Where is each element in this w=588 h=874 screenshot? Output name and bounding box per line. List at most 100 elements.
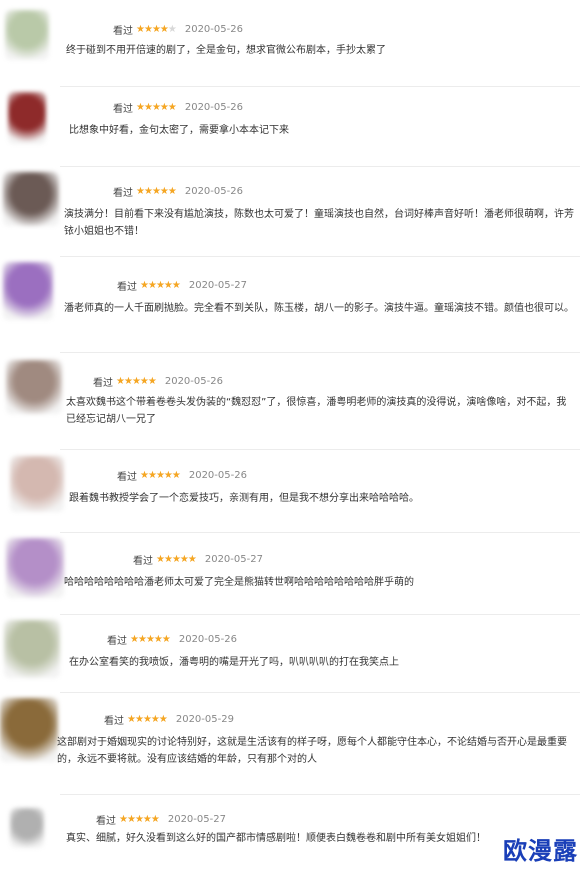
watch-status: 看过 bbox=[113, 188, 133, 199]
star-icon: ★ bbox=[171, 554, 181, 565]
review-text: 真实、细腻，好久没看到这么好的国产都市情感剧啦！顺便表白魏卷卷和剧中所有美女姐姐… bbox=[66, 833, 486, 844]
review-text: 哈哈哈哈哈哈哈哈潘老师太可爱了完全是熊猫转世啊哈哈哈哈哈哈哈哈胖乎萌的 bbox=[64, 577, 414, 588]
star-rating: ★ ★ ★ ★ ★ bbox=[156, 554, 197, 565]
review-meta: 看过 ★ ★ ★ ★ ★ 2020-05-26 bbox=[113, 22, 243, 37]
avatar[interactable] bbox=[3, 172, 59, 226]
review-text: 潘老师真的一人千面刷抛脸。完全看不到关队，陈玉楼，胡八一的影子。演技牛逼。童瑶演… bbox=[64, 303, 574, 314]
review-meta: 看过 ★ ★ ★ ★ ★ 2020-05-26 bbox=[117, 468, 247, 483]
star-icon: ★ bbox=[123, 376, 133, 387]
review-date: 2020-05-26 bbox=[184, 102, 243, 113]
review-date: 2020-05-27 bbox=[188, 280, 247, 291]
watermark-logo: 欧漫露 bbox=[503, 837, 578, 865]
star-icon: ★ bbox=[179, 554, 189, 565]
review-text: 这部剧对于婚姻现实的讨论特别好，这就是生活该有的样子呀，愿每个人都能守住本心，不… bbox=[57, 737, 567, 765]
watch-status: 看过 bbox=[104, 716, 124, 727]
star-rating: ★ ★ ★ ★ ★ bbox=[140, 280, 181, 291]
review-meta: 看过 ★ ★ ★ ★ ★ 2020-05-27 bbox=[96, 812, 226, 827]
review-meta: 看过 ★ ★ ★ ★ ★ 2020-05-26 bbox=[107, 632, 237, 647]
star-icon: ★ bbox=[130, 634, 139, 645]
review-meta: 看过 ★ ★ ★ ★ ★ 2020-05-26 bbox=[113, 184, 243, 199]
star-icon: ★ bbox=[155, 470, 165, 481]
avatar[interactable] bbox=[10, 808, 44, 848]
watch-status: 看过 bbox=[96, 816, 116, 827]
star-icon: ★ bbox=[171, 280, 181, 291]
review-text: 太喜欢魏书这个带着卷卷头发伪装的“魏怼怼”了，很惊喜，潘粤明老师的演技真的没得说… bbox=[66, 397, 567, 425]
star-icon: ★ bbox=[153, 634, 163, 645]
star-icon: ★ bbox=[147, 280, 157, 291]
star-icon: ★ bbox=[136, 186, 145, 197]
star-icon: ★ bbox=[151, 24, 161, 35]
star-icon: ★ bbox=[151, 186, 161, 197]
review-text: 演技满分！目前看下来没有尴尬演技，陈数也太可爱了！童瑶演技也自然，台词好棒声音好… bbox=[64, 209, 574, 237]
review-text: 终于碰到不用开倍速的剧了，全是金句，想求官微公布剧本，手抄太累了 bbox=[66, 45, 386, 56]
review-text: 在办公室看笑的我喷饭，潘粤明的嘴是开光了吗，叭叭叭叭的打在我笑点上 bbox=[69, 657, 399, 668]
star-icon: ★ bbox=[136, 102, 145, 113]
star-rating: ★ ★ ★ ★ ★ bbox=[127, 714, 168, 725]
avatar[interactable] bbox=[8, 92, 46, 144]
star-icon: ★ bbox=[143, 186, 153, 197]
star-icon: ★ bbox=[147, 376, 157, 387]
star-icon: ★ bbox=[167, 186, 177, 197]
star-rating: ★ ★ ★ ★ ★ bbox=[136, 102, 177, 113]
watch-status: 看过 bbox=[117, 472, 137, 483]
star-icon: ★ bbox=[145, 634, 155, 645]
avatar[interactable] bbox=[0, 698, 58, 762]
review-date: 2020-05-26 bbox=[184, 186, 243, 197]
star-rating: ★ ★ ★ ★ ★ bbox=[116, 376, 157, 387]
star-icon: ★ bbox=[161, 634, 171, 645]
star-icon: ★ bbox=[150, 814, 160, 825]
divider bbox=[60, 692, 580, 693]
avatar[interactable] bbox=[6, 538, 64, 598]
star-icon: ★ bbox=[139, 376, 149, 387]
review-meta: 看过 ★ ★ ★ ★ ★ 2020-05-27 bbox=[117, 278, 247, 293]
avatar[interactable] bbox=[6, 360, 62, 414]
avatar[interactable] bbox=[10, 456, 64, 512]
star-icon: ★ bbox=[143, 102, 153, 113]
star-icon: ★ bbox=[140, 470, 149, 481]
avatar[interactable] bbox=[5, 10, 49, 60]
star-icon: ★ bbox=[155, 280, 165, 291]
star-icon: ★ bbox=[163, 554, 173, 565]
review-text: 跟着魏书教授学会了一个恋爱技巧，亲测有用，但是我不想分享出来哈哈哈哈。 bbox=[69, 493, 419, 504]
review-date: 2020-05-26 bbox=[188, 470, 247, 481]
star-icon: ★ bbox=[156, 554, 165, 565]
watch-status: 看过 bbox=[133, 556, 153, 567]
review-text: 比想象中好看，金句太密了，需要拿小本本记下来 bbox=[69, 125, 289, 136]
watch-status: 看过 bbox=[113, 26, 133, 37]
divider bbox=[60, 352, 580, 353]
avatar[interactable] bbox=[3, 262, 53, 320]
star-icon: ★ bbox=[167, 102, 177, 113]
star-icon: ★ bbox=[159, 186, 169, 197]
star-rating: ★ ★ ★ ★ ★ bbox=[119, 814, 160, 825]
star-icon: ★ bbox=[134, 714, 144, 725]
divider bbox=[60, 794, 580, 795]
star-rating: ★ ★ ★ ★ ★ bbox=[136, 24, 177, 35]
star-icon: ★ bbox=[119, 814, 128, 825]
star-icon: ★ bbox=[136, 24, 145, 35]
star-icon: ★ bbox=[137, 634, 147, 645]
star-icon: ★ bbox=[116, 376, 125, 387]
star-icon: ★ bbox=[142, 814, 152, 825]
star-icon: ★ bbox=[158, 714, 168, 725]
review-date: 2020-05-27 bbox=[204, 554, 263, 565]
review-date: 2020-05-27 bbox=[167, 814, 226, 825]
star-icon: ★ bbox=[127, 714, 136, 725]
star-rating: ★ ★ ★ ★ ★ bbox=[130, 634, 171, 645]
star-icon: ★ bbox=[159, 102, 169, 113]
watch-status: 看过 bbox=[93, 378, 113, 389]
divider bbox=[60, 614, 580, 615]
divider bbox=[60, 166, 580, 167]
star-icon: ★ bbox=[131, 376, 141, 387]
star-rating: ★ ★ ★ ★ ★ bbox=[140, 470, 181, 481]
star-icon: ★ bbox=[171, 470, 181, 481]
star-icon: ★ bbox=[150, 714, 160, 725]
divider bbox=[60, 256, 580, 257]
review-meta: 看过 ★ ★ ★ ★ ★ 2020-05-26 bbox=[113, 100, 243, 115]
avatar[interactable] bbox=[4, 620, 60, 678]
watch-status: 看过 bbox=[117, 282, 137, 293]
star-icon: ★ bbox=[143, 24, 153, 35]
star-rating: ★ ★ ★ ★ ★ bbox=[136, 186, 177, 197]
review-meta: 看过 ★ ★ ★ ★ ★ 2020-05-26 bbox=[93, 374, 223, 389]
review-date: 2020-05-29 bbox=[175, 714, 234, 725]
star-icon: ★ bbox=[126, 814, 136, 825]
